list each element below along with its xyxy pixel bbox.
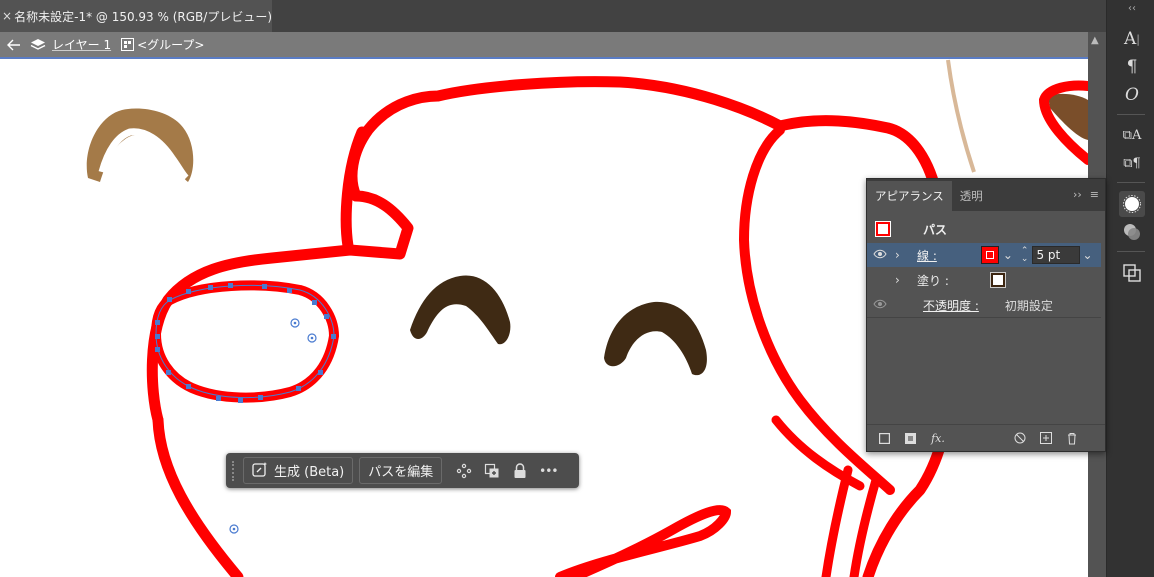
duplicate-icon[interactable] (478, 458, 506, 484)
scroll-up-icon[interactable]: ▲ (1091, 35, 1099, 46)
duplicate-item-icon[interactable] (1035, 428, 1057, 448)
tab-transparency[interactable]: 透明 (952, 181, 991, 211)
head-outline-shape (146, 76, 958, 577)
path-label: パス (923, 222, 948, 237)
task-bar-grip-icon[interactable] (232, 460, 237, 481)
stroke-weight-dropdown-icon[interactable]: ⌄ (1082, 248, 1092, 262)
add-fill-icon[interactable] (899, 428, 921, 448)
paragraph-icon[interactable]: ¶ (1119, 54, 1145, 80)
stroke-weight-field[interactable]: 5 pt (1032, 246, 1081, 264)
delete-item-icon[interactable] (1061, 428, 1083, 448)
fill-expand-icon[interactable]: › (895, 273, 909, 287)
panel-tabs: アピアランス 透明 ›› ≡ (867, 179, 1105, 211)
generate-beta-button[interactable]: 生成 (Beta) (243, 457, 354, 484)
edit-path-button[interactable]: パスを編集 (359, 457, 443, 484)
center-points (229, 318, 317, 534)
nose-outline-shape (151, 280, 339, 403)
stroke-expand-icon[interactable]: › (895, 248, 909, 262)
opacity-label[interactable]: 不透明度 : (923, 297, 979, 314)
stroke-row[interactable]: › 線 : ⌄ ⌃ ⌄ 5 pt ⌄ (867, 243, 1101, 267)
isolation-mode-bar: レイヤー 1 <グループ> (0, 32, 1088, 59)
document-tab-bar: × 名称未設定-1* @ 150.93 % (RGB/プレビュー) (0, 0, 1106, 32)
left-eye-shape (410, 275, 511, 345)
document-title: 名称未設定-1* @ 150.93 % (RGB/プレビュー) (14, 9, 272, 24)
appearance-icon[interactable] (1119, 191, 1145, 217)
visibility-eye-icon[interactable] (873, 248, 895, 262)
opacity-row[interactable]: 不透明度 : 初期設定 (867, 293, 1101, 318)
stroke-color-dropdown-icon[interactable]: ⌄ (1003, 248, 1013, 262)
mouth-shape (555, 505, 732, 577)
collapse-dock-icon[interactable]: ‹‹ (1128, 3, 1136, 14)
breadcrumb-layer[interactable]: レイヤー 1 (52, 36, 111, 53)
group-icon (121, 38, 135, 51)
collar-shape (821, 465, 853, 577)
generate-label: 生成 (Beta) (274, 465, 345, 480)
add-stroke-icon[interactable] (873, 428, 895, 448)
tab-appearance[interactable]: アピアランス (867, 181, 952, 211)
layers-icon (30, 37, 46, 53)
path-thumbnail-icon (875, 221, 891, 237)
fill-color-swatch[interactable] (989, 272, 1006, 288)
opacity-visibility-eye-icon[interactable] (873, 298, 895, 312)
path-row: パス (867, 217, 1101, 241)
back-arrow-icon[interactable] (6, 38, 22, 52)
breadcrumb-group[interactable]: <グループ> (137, 36, 204, 53)
add-effect-button[interactable]: fx. (927, 428, 949, 448)
anchor-points-icon[interactable] (450, 458, 478, 484)
document-tab[interactable]: × 名称未設定-1* @ 150.93 % (RGB/プレビュー) (0, 0, 272, 32)
transparency-icon[interactable] (1119, 219, 1145, 245)
fill-label[interactable]: 塗り : (917, 272, 949, 289)
expand-panel-icon[interactable]: ›› (1073, 188, 1082, 201)
more-options-icon[interactable]: ••• (534, 458, 562, 484)
fill-row[interactable]: › 塗り : (867, 268, 1101, 292)
close-tab-icon[interactable]: × (0, 9, 14, 23)
character-icon[interactable]: A | (1119, 26, 1145, 52)
appearance-panel: アピアランス 透明 ›› ≡ パス › 線 : ⌄ ⌃ ⌄ 5 pt ⌄ › 塗り… (866, 178, 1106, 452)
stroke-label[interactable]: 線 : (917, 247, 937, 264)
character-styles-icon[interactable]: ⧉A (1119, 122, 1145, 148)
right-eye-shape (604, 301, 707, 376)
tan-line-shape (946, 59, 976, 173)
paragraph-styles-icon[interactable]: ⧉¶ (1119, 150, 1145, 176)
stroke-color-swatch[interactable] (980, 246, 999, 264)
right-panel-dock: ‹‹ A | ¶ O ⧉A ⧉¶ (1106, 0, 1154, 577)
stroke-weight-stepper-icon[interactable]: ⌃ ⌄ (1021, 247, 1029, 264)
generate-icon (252, 461, 268, 481)
pathfinder-icon[interactable] (1119, 260, 1145, 286)
panel-menu-icon[interactable]: ≡ (1090, 188, 1099, 201)
opentype-icon[interactable]: O (1119, 82, 1145, 108)
opacity-value: 初期設定 (1004, 298, 1053, 313)
clear-appearance-icon[interactable] (1009, 428, 1031, 448)
contextual-task-bar: 生成 (Beta) パスを編集 ••• (226, 453, 579, 488)
lock-icon[interactable] (506, 458, 534, 484)
panel-bottom-toolbar: fx. (867, 424, 1105, 451)
